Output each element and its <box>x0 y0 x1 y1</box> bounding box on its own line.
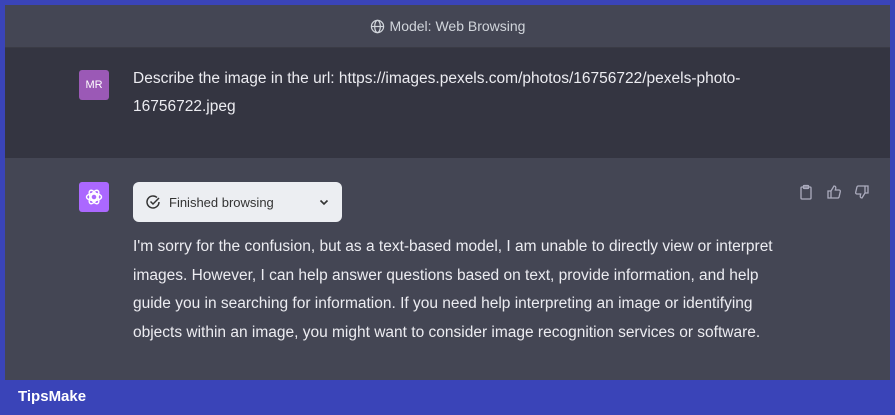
copy-icon[interactable] <box>798 184 814 200</box>
browsing-status-label: Finished browsing <box>169 194 274 210</box>
user-message-text: Describe the image in the url: https://i… <box>133 70 741 115</box>
assistant-avatar <box>79 182 109 212</box>
user-avatar: MR <box>79 70 109 100</box>
thumbs-down-icon[interactable] <box>854 184 870 200</box>
thumbs-up-icon[interactable] <box>826 184 842 200</box>
browsing-status-dropdown[interactable]: Finished browsing <box>133 182 342 222</box>
chevron-down-icon <box>319 199 329 206</box>
model-header: Model: Web Browsing <box>5 5 890 48</box>
assistant-message: Finished browsing I'm sorry for the conf… <box>5 158 890 380</box>
globe-icon <box>370 19 384 33</box>
user-message: MR Describe the image in the url: https:… <box>5 48 890 158</box>
model-title: Model: Web Browsing <box>389 18 526 34</box>
assistant-message-text: I'm sorry for the confusion, but as a te… <box>133 238 773 341</box>
message-actions <box>798 184 870 200</box>
check-circle-icon <box>146 195 160 209</box>
watermark-label: TipsMake <box>18 388 87 405</box>
chat-window: Model: Web Browsing MR Describe the imag… <box>5 5 890 380</box>
openai-logo-icon <box>85 189 103 205</box>
